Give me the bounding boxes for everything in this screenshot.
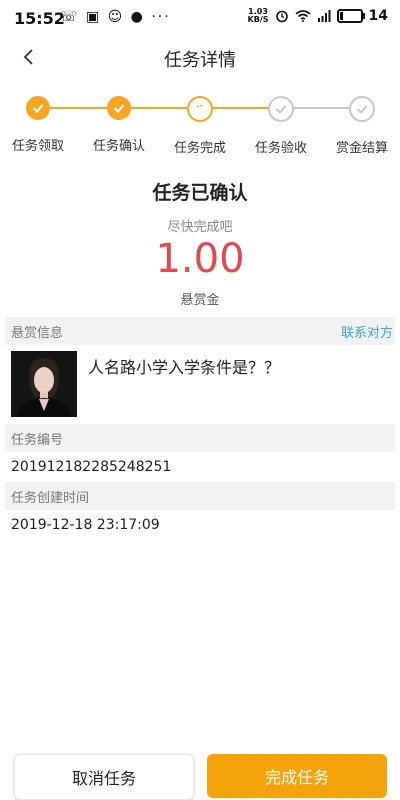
- battery-icon: [336, 9, 365, 23]
- step-task-acceptance: 任务验收: [241, 96, 321, 156]
- step-task-claim: 任务领取: [0, 96, 78, 154]
- reward-info-header: 悬赏信息 联系对方: [5, 317, 395, 345]
- step-reward-settlement: 赏金结算: [322, 96, 400, 156]
- section-label: 悬赏信息: [11, 326, 64, 341]
- step-pending-marker: [349, 96, 375, 122]
- task-created-header: 任务创建时间: [5, 482, 395, 510]
- person-avatar-image: [11, 351, 77, 417]
- section-label: 任务编号: [11, 433, 64, 448]
- avatar: [11, 351, 77, 417]
- task-number-header: 任务编号: [5, 424, 395, 452]
- task-number-value: 201912182285248251: [11, 459, 172, 475]
- check-icon: [113, 104, 125, 114]
- step-current-marker: [187, 96, 213, 122]
- step-task-confirm: 任务确认: [79, 96, 159, 154]
- step-done-marker: [26, 96, 50, 120]
- task-status-title: 任务已确认: [152, 182, 248, 204]
- complete-task-button[interactable]: 完成任务: [207, 754, 387, 798]
- check-icon: [356, 105, 368, 114]
- bottom-action-bar: 取消任务 完成任务: [0, 742, 400, 800]
- cancel-task-button[interactable]: 取消任务: [14, 754, 194, 800]
- title-bar: 任务详情: [0, 36, 400, 78]
- reward-question: 人名路小学入学条件是？？: [88, 358, 281, 377]
- contact-link[interactable]: 联系对方: [341, 322, 393, 341]
- step-task-complete: 任务完成: [160, 96, 240, 156]
- step-pending-marker: [268, 96, 294, 122]
- step-label: 任务领取: [11, 139, 64, 154]
- step-label: 任务确认: [92, 139, 145, 154]
- page-title: 任务详情: [164, 50, 236, 71]
- reward-amount: 1.00: [155, 236, 245, 282]
- step-label: 任务验收: [254, 141, 307, 156]
- section-label: 任务创建时间: [11, 491, 90, 506]
- notification-icons: ☏ ▣ ☺ ● ···: [60, 9, 171, 25]
- reward-amount-label: 悬赏金: [180, 293, 220, 308]
- status-bar: 15:52 ☏ ▣ ☺ ● ··· 1.03 KB/S 14: [0, 0, 400, 36]
- reward-item[interactable]: 人名路小学入学条件是？？: [0, 345, 400, 421]
- cellular-signal-icon: [317, 10, 331, 22]
- task-status-subtitle: 尽快完成吧: [167, 220, 233, 235]
- network-speed: 1.03 KB/S: [247, 7, 269, 24]
- loading-icon: [196, 104, 204, 108]
- step-done-marker: [107, 96, 131, 120]
- clock: 15:52: [14, 9, 65, 28]
- wifi-icon: [294, 10, 311, 22]
- alarm-icon: [275, 10, 288, 23]
- task-created-value: 2019-12-18 23:17:09: [11, 517, 160, 533]
- step-label: 赏金结算: [335, 141, 388, 156]
- check-icon: [275, 105, 287, 114]
- progress-stepper: 任务领取 任务确认 任务完成 任务验收 赏金结算: [0, 90, 400, 160]
- system-indicators: 1.03 KB/S 14: [247, 7, 388, 25]
- battery-percent: 14: [368, 8, 388, 24]
- step-label: 任务完成: [173, 141, 226, 156]
- check-icon: [32, 104, 44, 114]
